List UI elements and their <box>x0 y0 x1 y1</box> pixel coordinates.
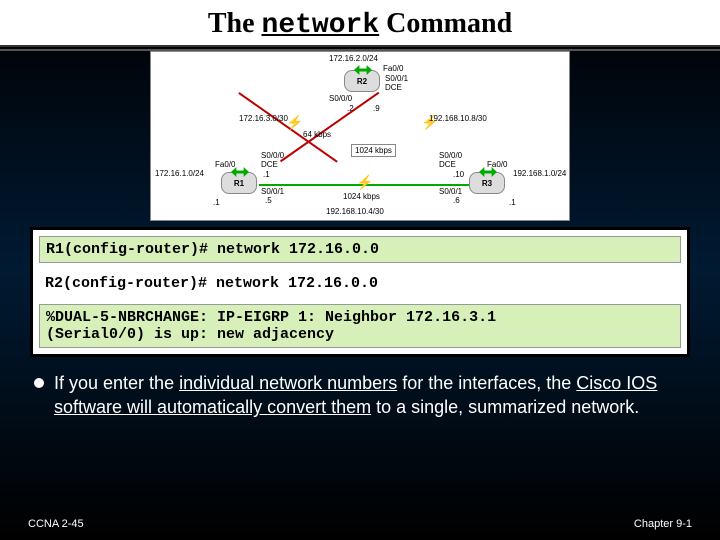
s000-r1-label: S0/0/0 DCE <box>261 151 284 169</box>
router-r2-icon: R2 <box>344 70 380 92</box>
page-title: The network Command <box>0 0 720 45</box>
bullet-text: If you enter the individual network numb… <box>54 371 690 420</box>
code-line-1: R1(config-router)# network 172.16.0.0 <box>39 236 681 263</box>
left-wan-label: 172.16.3.0/30 <box>239 114 288 123</box>
fa00-r3-label: Fa0/0 <box>487 160 507 169</box>
dot2-label: .2 <box>347 104 354 113</box>
bw-bottom-label: 1024 kbps <box>343 192 380 201</box>
title-post: Command <box>379 8 512 39</box>
dot1b-label: .1 <box>509 198 516 207</box>
code-block: R1(config-router)# network 172.16.0.0 R2… <box>30 227 690 357</box>
footer-left: CCNA 2-45 <box>28 518 84 530</box>
title-mono: network <box>262 10 380 41</box>
router-r1-icon: R1 <box>221 172 257 194</box>
bottom-net-label: 192.168.10.4/30 <box>326 207 384 216</box>
bolt-bottom-icon: ⚡ <box>356 174 373 191</box>
right-wan-label: 192.168.10.8/30 <box>429 114 487 123</box>
bw-right-label: 1024 kbps <box>351 144 396 157</box>
s001-r1-label: S0/0/1 <box>261 187 284 196</box>
dot6-label: .6 <box>453 196 460 205</box>
dot10-label: .10 <box>453 170 464 179</box>
s000-r2-label: S0/0/0 <box>329 94 352 103</box>
top-net-label: 172.16.2.0/24 <box>329 54 378 63</box>
bullet-item: If you enter the individual network numb… <box>30 371 690 420</box>
bw-left-label: 64 kbps <box>303 130 331 139</box>
network-diagram: 172.16.2.0/24 Fa0/0 R2 S0/0/1 DCE S0/0/0… <box>150 51 570 221</box>
bullet-dot-icon <box>34 378 44 388</box>
s000-r3-label: S0/0/0 DCE <box>439 151 462 169</box>
left-lan-label: 172.16.1.0/24 <box>155 169 204 178</box>
s001-dce-label: S0/0/1 DCE <box>385 74 408 92</box>
dot1c-label: .1 <box>263 170 270 179</box>
dot5-label: .5 <box>265 196 272 205</box>
title-pre: The <box>208 8 262 39</box>
dot1a-label: .1 <box>213 198 220 207</box>
title-bar: The network Command <box>0 0 720 47</box>
right-lan-label: 192.168.1.0/24 <box>513 169 566 178</box>
footer-right: Chapter 9-1 <box>634 518 692 530</box>
bolt-left-icon: ⚡ <box>286 114 303 131</box>
code-line-3: %DUAL-5-NBRCHANGE: IP-EIGRP 1: Neighbor … <box>39 304 681 348</box>
s001-r3-label: S0/0/1 <box>439 187 462 196</box>
router-r3-icon: R3 <box>469 172 505 194</box>
code-line-2: R2(config-router)# network 172.16.0.0 <box>39 271 681 296</box>
fa00-r1-label: Fa0/0 <box>215 160 235 169</box>
dot9-label: .9 <box>373 104 380 113</box>
fa00-r2-label: Fa0/0 <box>383 64 403 73</box>
